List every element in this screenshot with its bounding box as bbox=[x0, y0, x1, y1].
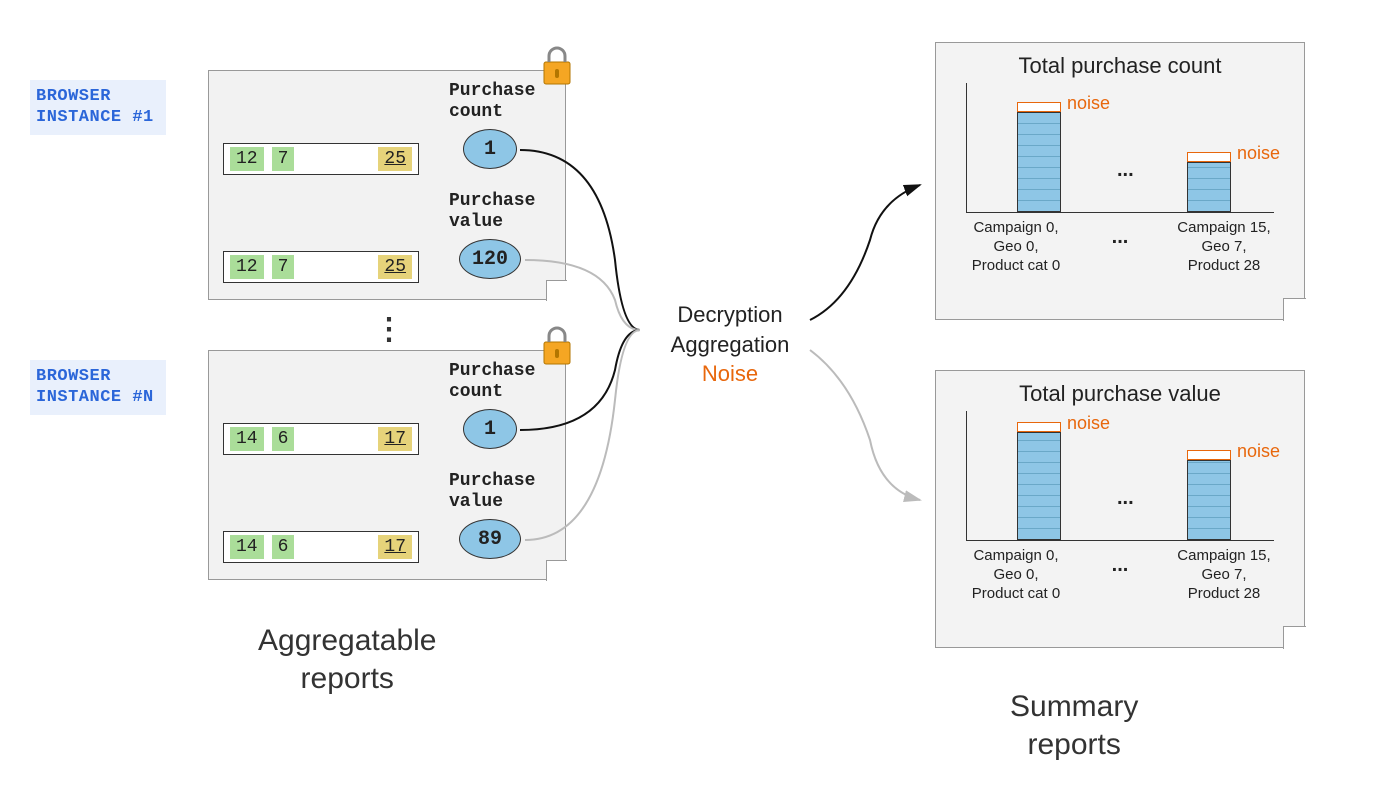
purchase-value-value: 120 bbox=[459, 239, 521, 279]
bar-2-noise bbox=[1187, 450, 1231, 460]
key-geo: 7 bbox=[272, 147, 295, 171]
summary-report-count: Total purchase count noise ... noise Cam… bbox=[935, 42, 1305, 320]
purchase-count-label: Purchase count bbox=[449, 81, 535, 122]
browser-instance-1-tag: BROWSER INSTANCE #1 bbox=[30, 80, 166, 135]
summary-reports-label: Summary reports bbox=[1010, 688, 1138, 763]
key-campaign: 12 bbox=[230, 147, 264, 171]
aggregatable-report-n: 14 6 17 Purchase count 1 14 6 17 Purchas… bbox=[208, 350, 566, 580]
xlabel-1: Campaign 0, Geo 0, Product cat 0 bbox=[956, 547, 1076, 603]
chart-area-count: noise ... noise bbox=[966, 83, 1274, 213]
aggregation-text: Aggregation bbox=[660, 330, 800, 360]
purchase-count-value: 1 bbox=[463, 129, 517, 169]
bar-1-noise bbox=[1017, 422, 1061, 432]
report1-key-row-count: 12 7 25 bbox=[223, 143, 419, 175]
key-product: 25 bbox=[378, 147, 412, 171]
noise-text: Noise bbox=[660, 359, 800, 389]
bar-2-noise bbox=[1187, 152, 1231, 162]
purchase-count-value: 1 bbox=[463, 409, 517, 449]
xlabel-2: Campaign 15, Geo 7, Product 28 bbox=[1164, 547, 1284, 603]
xlabel-dots: ... bbox=[1112, 553, 1129, 598]
chart-title-count: Total purchase count bbox=[936, 43, 1304, 83]
purchase-value-label: Purchase value bbox=[449, 191, 535, 232]
aggregation-process-label: Decryption Aggregation Noise bbox=[660, 300, 800, 389]
bar-1-noise bbox=[1017, 102, 1061, 112]
bar-2 bbox=[1187, 162, 1231, 212]
noise-label-2: noise bbox=[1237, 143, 1280, 164]
chart-ellipsis: ... bbox=[1117, 159, 1134, 182]
report1-key-row-value: 12 7 25 bbox=[223, 251, 419, 283]
key-product: 17 bbox=[378, 427, 412, 451]
chart-area-value: noise ... noise bbox=[966, 411, 1274, 541]
decryption-text: Decryption bbox=[660, 300, 800, 330]
noise-label-1: noise bbox=[1067, 93, 1110, 114]
vertical-ellipsis: ⋮ bbox=[374, 312, 404, 347]
key-campaign: 12 bbox=[230, 255, 264, 279]
purchase-value-label: Purchase value bbox=[449, 471, 535, 512]
key-geo: 7 bbox=[272, 255, 295, 279]
aggregatable-reports-label: Aggregatable reports bbox=[258, 622, 436, 697]
key-geo: 6 bbox=[272, 427, 295, 451]
x-axis-labels: Campaign 0, Geo 0, Product cat 0 ... Cam… bbox=[936, 213, 1304, 275]
lock-icon bbox=[540, 46, 574, 91]
summary-report-value: Total purchase value noise ... noise Cam… bbox=[935, 370, 1305, 648]
purchase-count-label: Purchase count bbox=[449, 361, 535, 402]
bar-1 bbox=[1017, 432, 1061, 540]
noise-label-1: noise bbox=[1067, 413, 1110, 434]
purchase-value-value: 89 bbox=[459, 519, 521, 559]
reportn-key-row-value: 14 6 17 bbox=[223, 531, 419, 563]
xlabel-dots: ... bbox=[1112, 225, 1129, 270]
xlabel-2: Campaign 15, Geo 7, Product 28 bbox=[1164, 219, 1284, 275]
bar-1 bbox=[1017, 112, 1061, 212]
key-campaign: 14 bbox=[230, 535, 264, 559]
bar-2 bbox=[1187, 460, 1231, 540]
chart-ellipsis: ... bbox=[1117, 487, 1134, 510]
reportn-key-row-count: 14 6 17 bbox=[223, 423, 419, 455]
chart-title-value: Total purchase value bbox=[936, 371, 1304, 411]
aggregatable-report-1: 12 7 25 Purchase count 1 12 7 25 Purchas… bbox=[208, 70, 566, 300]
x-axis-labels: Campaign 0, Geo 0, Product cat 0 ... Cam… bbox=[936, 541, 1304, 603]
key-campaign: 14 bbox=[230, 427, 264, 451]
lock-icon bbox=[540, 326, 574, 371]
browser-instance-n-tag: BROWSER INSTANCE #N bbox=[30, 360, 166, 415]
key-product: 25 bbox=[378, 255, 412, 279]
xlabel-1: Campaign 0, Geo 0, Product cat 0 bbox=[956, 219, 1076, 275]
key-product: 17 bbox=[378, 535, 412, 559]
key-geo: 6 bbox=[272, 535, 295, 559]
noise-label-2: noise bbox=[1237, 441, 1280, 462]
